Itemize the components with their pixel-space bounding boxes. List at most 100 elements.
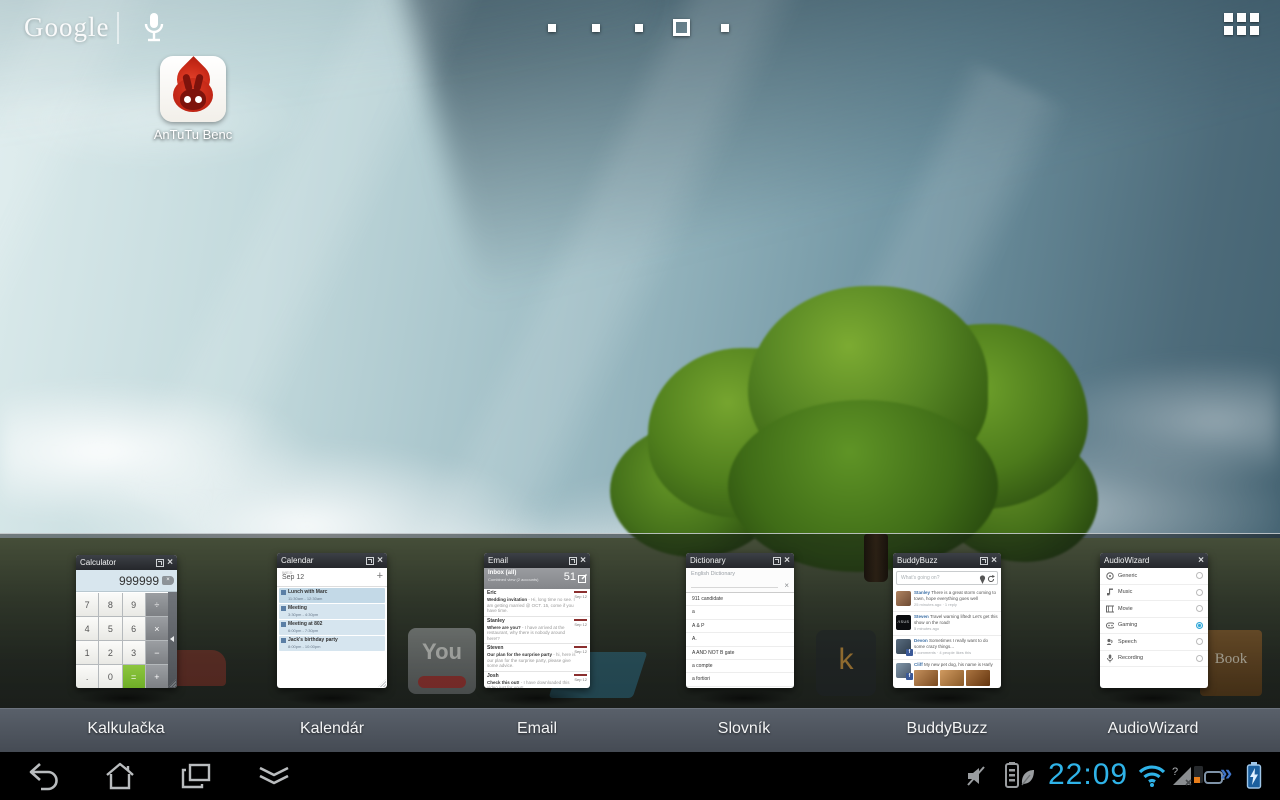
calendar-event[interactable]: Meeting 3:30pm - 4:30pm bbox=[279, 604, 385, 619]
radio-off[interactable] bbox=[1196, 572, 1203, 579]
email-row[interactable]: Steven Sep 12 Our plan for the surprise … bbox=[484, 644, 590, 672]
backspace-icon[interactable]: × bbox=[162, 576, 174, 585]
key-minus[interactable]: − bbox=[146, 641, 168, 664]
dictionary-entry[interactable]: a la bbox=[686, 687, 794, 688]
key-7[interactable]: 7 bbox=[76, 593, 98, 616]
key-dot[interactable]: . bbox=[76, 665, 98, 688]
wifi-status[interactable] bbox=[1138, 765, 1166, 792]
compose-icon[interactable] bbox=[578, 574, 587, 583]
close-icon[interactable]: × bbox=[377, 556, 383, 566]
google-search-widget[interactable]: Google bbox=[24, 12, 109, 43]
audio-mode-row[interactable]: Gaming bbox=[1100, 618, 1208, 635]
key-5[interactable]: 5 bbox=[99, 617, 121, 640]
location-pin-icon[interactable] bbox=[979, 575, 986, 584]
email-row[interactable]: Stanley Sep 12 Where are you? - I have a… bbox=[484, 617, 590, 645]
buddybuzz-post[interactable]: f Cliff My new pet dog, his name is Harl… bbox=[893, 660, 1001, 688]
app-label-email[interactable]: Email bbox=[517, 720, 557, 738]
dictionary-entry[interactable]: A AND NOT B gate bbox=[686, 647, 794, 660]
radio-off[interactable] bbox=[1196, 655, 1203, 662]
key-multiply[interactable]: × bbox=[146, 617, 168, 640]
dictionary-widget-thumbnail[interactable]: Dictionary × English Dictionary × 911 ca… bbox=[686, 553, 794, 688]
key-8[interactable]: 8 bbox=[99, 593, 121, 616]
app-label-slovnik[interactable]: Slovník bbox=[718, 720, 770, 738]
page-dot-5[interactable] bbox=[721, 24, 729, 32]
page-dot-3[interactable] bbox=[635, 24, 643, 32]
all-apps-button[interactable] bbox=[1224, 13, 1260, 38]
key-1[interactable]: 1 bbox=[76, 641, 98, 664]
close-icon[interactable]: × bbox=[580, 556, 586, 566]
key-9[interactable]: 9 bbox=[123, 593, 145, 616]
app-label-kalendar[interactable]: Kalendár bbox=[300, 720, 364, 738]
key-divide[interactable]: ÷ bbox=[146, 593, 168, 616]
dictionary-entry[interactable]: a fortiori bbox=[686, 673, 794, 686]
hide-panel-button[interactable] bbox=[252, 760, 296, 792]
expand-icon[interactable] bbox=[773, 557, 781, 565]
dictionary-entry[interactable]: 911 candidate bbox=[686, 593, 794, 606]
app-label-audiowizard[interactable]: AudioWizard bbox=[1108, 720, 1199, 738]
page-dot-2[interactable] bbox=[592, 24, 600, 32]
buddybuzz-post[interactable]: Stanley There is a great storm coming to… bbox=[893, 588, 1001, 612]
home-button[interactable] bbox=[98, 760, 142, 792]
radio-off[interactable] bbox=[1196, 589, 1203, 596]
calculator-widget-thumbnail[interactable]: Calculator × 999999 × 7 8 9 ÷ 4 5 6 × 1 … bbox=[76, 555, 177, 688]
dictionary-entry[interactable]: a compte bbox=[686, 660, 794, 673]
key-2[interactable]: 2 bbox=[99, 641, 121, 664]
expand-icon[interactable] bbox=[980, 557, 988, 565]
calendar-event[interactable]: Lunch with Marc 11:30am - 12:30am bbox=[279, 588, 385, 603]
back-button[interactable] bbox=[22, 760, 66, 792]
power-saver-button[interactable] bbox=[1004, 762, 1036, 794]
close-icon[interactable]: × bbox=[784, 556, 790, 566]
audio-mode-row[interactable]: Generic bbox=[1100, 568, 1208, 585]
email-row[interactable]: Eric Sep 12 Wedding invitation - Hi, lon… bbox=[484, 589, 590, 617]
key-equals[interactable]: = bbox=[123, 665, 145, 688]
audio-mode-row[interactable]: Music bbox=[1100, 585, 1208, 602]
dictionary-entry[interactable]: a bbox=[686, 606, 794, 619]
page-dot-4-active[interactable] bbox=[673, 19, 690, 36]
radio-on[interactable] bbox=[1196, 622, 1203, 629]
buddybuzz-widget-thumbnail[interactable]: BuddyBuzz × What's going on? Stanley The… bbox=[893, 553, 1001, 688]
dictionary-entry[interactable]: A & P bbox=[686, 620, 794, 633]
event-title: Lunch with Marc bbox=[288, 589, 383, 595]
expand-icon[interactable] bbox=[156, 559, 164, 567]
dictionary-entry[interactable]: A. bbox=[686, 633, 794, 646]
calendar-widget-thumbnail[interactable]: Calendar × WED Sep 12 + Lunch with Marc … bbox=[277, 553, 387, 688]
recent-apps-button[interactable] bbox=[174, 760, 218, 792]
email-widget-thumbnail[interactable]: Email × Inbox (all) Combined view (2 acc… bbox=[484, 553, 590, 688]
expand-icon[interactable] bbox=[366, 557, 374, 565]
email-row[interactable]: Josh Sep 12 Check this out! - I have dow… bbox=[484, 672, 590, 689]
refresh-icon[interactable] bbox=[987, 575, 995, 583]
antutu-app-shortcut[interactable]: AnTuTu Benc bbox=[150, 56, 236, 142]
add-event-button[interactable]: + bbox=[377, 570, 383, 582]
clock[interactable]: 22:09 bbox=[1048, 758, 1128, 792]
calendar-event[interactable]: Meeting at 802 6:00pm - 7:30pm bbox=[279, 620, 385, 635]
buddybuzz-post[interactable]: f Devon Sometimes I really want to do so… bbox=[893, 636, 1001, 660]
mute-button[interactable] bbox=[966, 766, 986, 791]
dictionary-search[interactable]: English Dictionary × bbox=[686, 568, 794, 593]
clear-search-icon[interactable]: × bbox=[784, 581, 789, 590]
calendar-event[interactable]: Jack's birthday party 8:00pm - 10:00pm bbox=[279, 636, 385, 651]
key-6[interactable]: 6 bbox=[123, 617, 145, 640]
notification-expand-chevrons[interactable]: » bbox=[1220, 760, 1232, 786]
key-3[interactable]: 3 bbox=[123, 641, 145, 664]
key-plus[interactable]: + bbox=[146, 665, 168, 688]
resize-handle[interactable] bbox=[378, 679, 386, 687]
expand-icon[interactable] bbox=[569, 557, 577, 565]
voice-search-button[interactable] bbox=[138, 10, 170, 48]
page-dot-1[interactable] bbox=[548, 24, 556, 32]
app-label-kalkulacka[interactable]: Kalkulačka bbox=[87, 720, 164, 738]
audiowizard-widget-thumbnail[interactable]: AudioWizard × Generic Music Movie Gaming… bbox=[1100, 553, 1208, 688]
audio-mode-row[interactable]: Movie bbox=[1100, 601, 1208, 618]
key-4[interactable]: 4 bbox=[76, 617, 98, 640]
close-icon[interactable]: × bbox=[167, 558, 173, 568]
calculator-side-drawer[interactable] bbox=[168, 592, 177, 688]
buddybuzz-post[interactable]: /ISUS Steven Travel warning lifted! Let'… bbox=[893, 612, 1001, 636]
app-label-buddybuzz[interactable]: BuddyBuzz bbox=[907, 720, 988, 738]
audio-mode-row[interactable]: Recording bbox=[1100, 651, 1208, 668]
close-icon[interactable]: × bbox=[991, 556, 997, 566]
close-icon[interactable]: × bbox=[1198, 556, 1204, 566]
audio-mode-row[interactable]: Speech bbox=[1100, 634, 1208, 651]
radio-off[interactable] bbox=[1196, 638, 1203, 645]
status-composer[interactable]: What's going on? bbox=[896, 571, 998, 585]
radio-off[interactable] bbox=[1196, 605, 1203, 612]
key-0[interactable]: 0 bbox=[99, 665, 121, 688]
